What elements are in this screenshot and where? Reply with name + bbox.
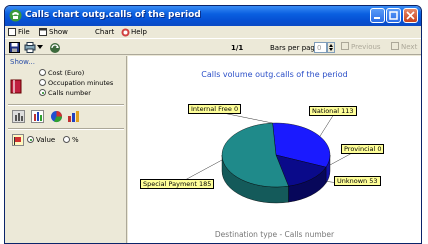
- slice-label: Provincial 0: [341, 144, 385, 154]
- chart-footer: Destination type - Calls number: [214, 230, 335, 239]
- chart-type-row: [9, 110, 119, 124]
- area-chart-icon[interactable]: [67, 110, 80, 123]
- show-option-minutes[interactable]: Occupation minutes: [39, 79, 113, 87]
- value-mode-percent[interactable]: %: [63, 136, 79, 144]
- bars-per-page-input[interactable]: 0: [314, 42, 327, 53]
- menu-help-label: Help: [131, 28, 147, 36]
- show-option-cost[interactable]: Cost (Euro): [39, 69, 84, 77]
- pie-slices: [221, 122, 331, 188]
- menu-chart[interactable]: Chart: [95, 27, 121, 37]
- previous-label: Previous: [351, 43, 381, 51]
- divider: [8, 128, 124, 130]
- minimize-button[interactable]: [370, 8, 385, 23]
- slice-label: Special Payment 185: [140, 179, 215, 189]
- show-option-label: Calls number: [48, 89, 91, 97]
- close-button[interactable]: [403, 8, 418, 23]
- maximize-button[interactable]: [386, 8, 401, 23]
- minimize-icon: [374, 17, 380, 19]
- value-mode-value[interactable]: Value: [27, 136, 55, 144]
- radio-percent[interactable]: [63, 136, 70, 143]
- pie-chart-icon[interactable]: [50, 110, 63, 123]
- refresh-icon[interactable]: [49, 42, 61, 54]
- menu-help[interactable]: Help: [121, 27, 151, 37]
- toolbar: 1/1 Bars per page 0 Previous Next: [5, 38, 421, 55]
- spinner-arrows-icon: [329, 44, 333, 51]
- menu-file[interactable]: File: [8, 27, 36, 37]
- bars-per-page-value: 0: [317, 44, 322, 52]
- radio-value[interactable]: [27, 136, 34, 143]
- show-label: Show...: [10, 58, 35, 66]
- menu-show[interactable]: Show: [39, 27, 71, 37]
- app-window: Calls chart outg.calls of the period Fil…: [4, 5, 422, 244]
- previous-button[interactable]: Previous: [341, 42, 381, 51]
- close-icon: [406, 11, 415, 20]
- next-icon: [391, 42, 399, 50]
- next-label: Next: [401, 43, 418, 51]
- page-indicator: 1/1: [231, 44, 244, 52]
- print-icon[interactable]: [24, 42, 36, 53]
- chart-area: Calls volume outg.calls of the period In…: [128, 56, 421, 243]
- menu-bar: File Show Chart Help: [5, 26, 421, 38]
- file-icon: [8, 28, 16, 36]
- flag-icon[interactable]: [12, 134, 24, 146]
- radio-minutes[interactable]: [39, 79, 46, 86]
- maximize-icon: [389, 11, 398, 20]
- next-button[interactable]: Next: [391, 42, 417, 51]
- phone-icon: [9, 9, 22, 22]
- value-mode-label: %: [72, 136, 79, 144]
- leader-line: [319, 113, 335, 137]
- slice-label: Unknown 53: [334, 176, 381, 186]
- show-option-label: Occupation minutes: [48, 79, 114, 87]
- show-option-calls[interactable]: Calls number: [39, 89, 91, 97]
- save-icon[interactable]: [9, 42, 20, 53]
- bars-per-page-label: Bars per page: [270, 44, 320, 52]
- bars-per-page-stepper[interactable]: [327, 42, 335, 53]
- slice-label: National 113: [309, 106, 357, 116]
- help-icon: [121, 28, 130, 37]
- chevron-down-icon[interactable]: [37, 45, 43, 50]
- radio-calls[interactable]: [39, 89, 46, 96]
- title-bar[interactable]: Calls chart outg.calls of the period: [5, 6, 421, 26]
- menu-file-label: File: [18, 28, 30, 36]
- divider: [8, 104, 124, 106]
- menu-chart-label: Chart: [95, 28, 115, 36]
- bar-chart-icon[interactable]: [12, 110, 25, 123]
- show-option-label: Cost (Euro): [48, 69, 85, 77]
- window-icon: [39, 28, 47, 36]
- menu-show-label: Show: [49, 28, 68, 36]
- previous-icon: [341, 42, 349, 50]
- window-title: Calls chart outg.calls of the period: [25, 10, 201, 20]
- bar-chart-3d-icon[interactable]: [31, 110, 44, 123]
- value-mode-label: Value: [36, 136, 56, 144]
- radio-cost[interactable]: [39, 69, 46, 76]
- book-icon: [10, 79, 22, 94]
- slice-label: Internal Free 0: [188, 104, 242, 114]
- options-panel: Show... Cost (Euro) Occupation minutes C…: [5, 56, 127, 243]
